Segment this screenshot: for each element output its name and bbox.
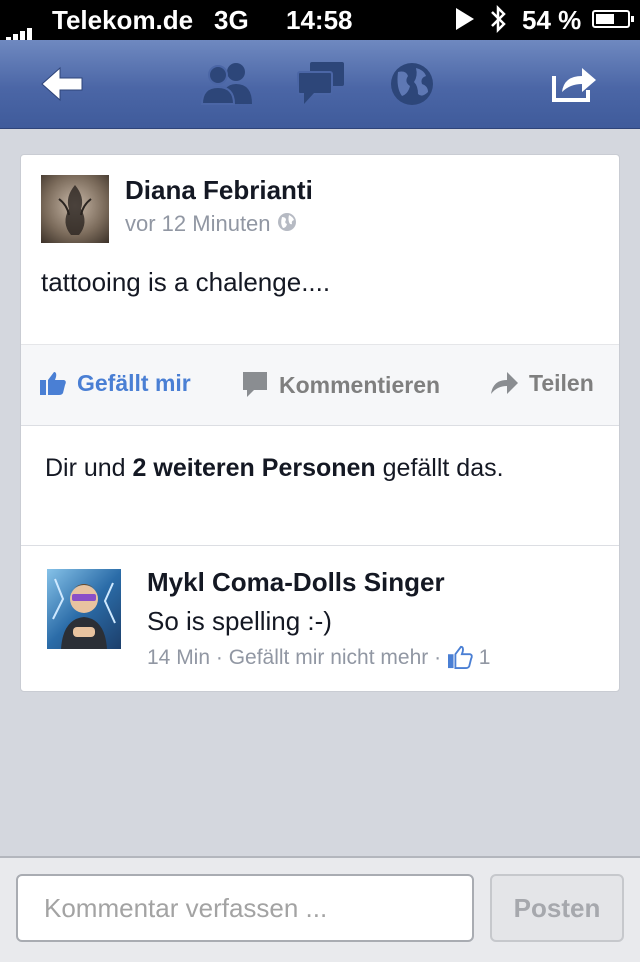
post-card: Diana Febrianti vor 12 Minuten tattooing… bbox=[20, 154, 620, 692]
comment-author-name[interactable]: Mykl Coma-Dolls Singer bbox=[147, 567, 445, 598]
carrier-name: Telekom.de bbox=[52, 5, 194, 35]
share-button[interactable]: Teilen bbox=[489, 370, 594, 397]
comment-like-count: 1 bbox=[478, 646, 491, 669]
like-label: Gefällt mir bbox=[77, 370, 191, 396]
friends-icon[interactable] bbox=[200, 60, 256, 111]
clock: 14:58 bbox=[286, 5, 353, 35]
like-button[interactable]: Gefällt mir bbox=[39, 370, 191, 397]
comment-meta: 14 Min · Gefällt mir nicht mehr · 1 bbox=[147, 645, 490, 670]
likes-people-link[interactable]: 2 weiteren Personen bbox=[133, 454, 376, 482]
comment-composer: Posten bbox=[0, 856, 640, 962]
meta-separator: · bbox=[428, 646, 447, 669]
messages-icon[interactable] bbox=[296, 60, 346, 111]
comment-input[interactable] bbox=[16, 874, 474, 942]
commenter-avatar[interactable] bbox=[47, 569, 121, 649]
comment-bubble-icon bbox=[243, 372, 267, 397]
comment-time: 14 Min bbox=[147, 646, 211, 669]
navigation-bar bbox=[0, 40, 640, 129]
share-icon[interactable] bbox=[550, 60, 600, 109]
likes-prefix: Dir und bbox=[45, 454, 133, 482]
play-icon bbox=[454, 6, 476, 39]
thumbs-up-icon bbox=[40, 372, 66, 395]
post-action-bar: Gefällt mir Kommentieren Teilen bbox=[21, 344, 619, 426]
divider bbox=[21, 545, 619, 546]
likes-summary[interactable]: Dir und 2 weiteren Personen gefällt das. bbox=[45, 451, 605, 486]
back-arrow-icon[interactable] bbox=[38, 64, 86, 109]
comment-like-thumb-icon bbox=[447, 645, 473, 669]
battery-icon bbox=[592, 10, 634, 28]
share-arrow-icon bbox=[491, 372, 518, 394]
status-bar: Telekom.de 3G 14:58 54 % bbox=[0, 0, 640, 43]
unlike-link[interactable]: Gefällt mir nicht mehr bbox=[229, 646, 429, 669]
post-time-text: vor 12 Minuten bbox=[125, 211, 271, 236]
comment-label: Kommentieren bbox=[279, 372, 441, 398]
globe-icon[interactable] bbox=[388, 60, 436, 113]
meta-separator: · bbox=[210, 646, 229, 669]
post-timestamp: vor 12 Minuten bbox=[125, 211, 297, 238]
likes-suffix: gefällt das. bbox=[375, 454, 504, 482]
post-text: tattooing is a chalenge.... bbox=[41, 267, 331, 297]
author-avatar[interactable] bbox=[41, 175, 109, 243]
post-button[interactable]: Posten bbox=[490, 874, 624, 942]
post-author-name[interactable]: Diana Febrianti bbox=[125, 175, 313, 206]
share-label: Teilen bbox=[529, 370, 594, 396]
network-type: 3G bbox=[214, 5, 249, 35]
public-globe-icon bbox=[277, 212, 297, 238]
comment-button[interactable]: Kommentieren bbox=[241, 370, 440, 399]
bluetooth-icon bbox=[488, 3, 508, 42]
comment-text: So is spelling :-) bbox=[147, 606, 332, 636]
battery-percentage: 54 % bbox=[522, 5, 582, 35]
signal-strength-icon bbox=[6, 12, 41, 43]
